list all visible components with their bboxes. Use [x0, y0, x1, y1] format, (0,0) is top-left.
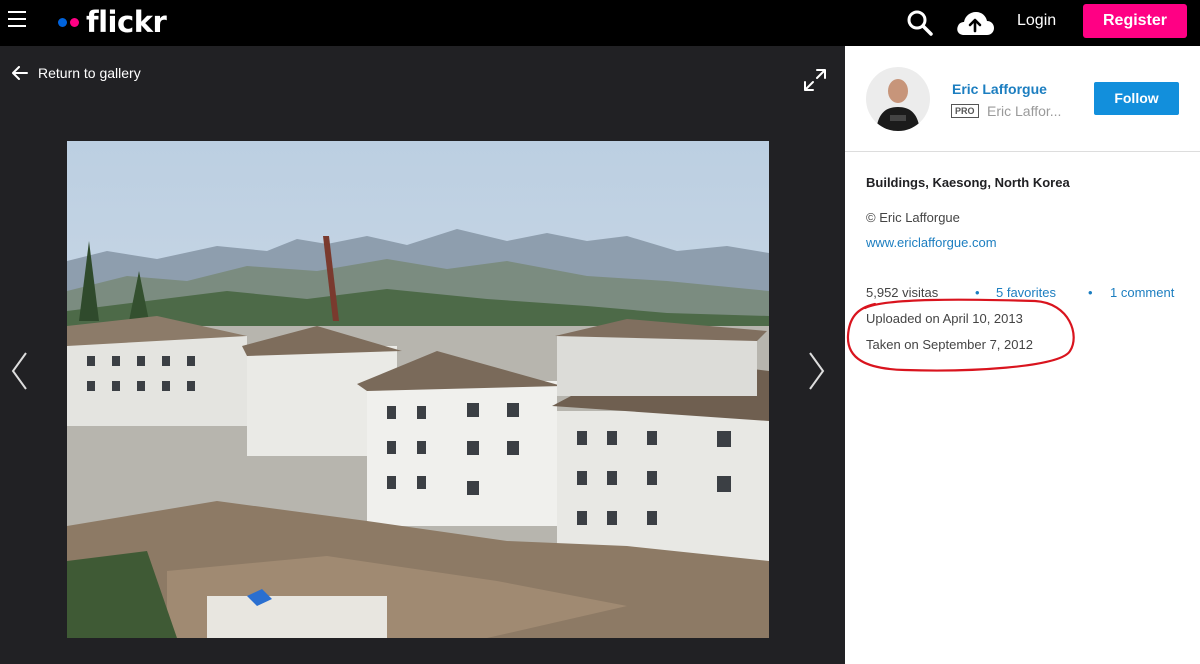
photo-copyright: © Eric Lafforgue — [866, 210, 960, 225]
logo-blue-dot — [58, 17, 67, 27]
owner-name-link[interactable]: Eric Lafforgue — [952, 81, 1047, 97]
owner-website-link[interactable]: www.ericlafforgue.com — [866, 235, 997, 250]
photo-info-sidebar: Eric Lafforgue PRO Eric Laffor... Follow… — [845, 46, 1200, 664]
expand-fullscreen-icon[interactable] — [803, 68, 827, 92]
cloud-upload-icon[interactable] — [955, 9, 995, 37]
next-photo-chevron-icon[interactable] — [808, 351, 826, 391]
menu-icon[interactable] — [8, 11, 26, 31]
photo-title: Buildings, Kaesong, North Korea — [866, 175, 1070, 190]
search-icon[interactable] — [906, 9, 934, 37]
favorites-link[interactable]: 5 favorites — [996, 285, 1056, 300]
return-label: Return to gallery — [38, 65, 141, 81]
owner-section: Eric Lafforgue PRO Eric Laffor... Follow — [845, 46, 1200, 152]
top-navigation-bar: flickr Login Register — [0, 0, 1200, 46]
return-to-gallery-link[interactable]: Return to gallery — [12, 65, 141, 81]
uploaded-date: Uploaded on April 10, 2013 — [866, 311, 1023, 326]
owner-subname: Eric Laffor... — [987, 103, 1062, 119]
logo-pink-dot — [70, 17, 79, 27]
login-link[interactable]: Login — [1017, 12, 1056, 30]
separator-dot: • — [1088, 285, 1093, 300]
separator-dot: • — [975, 285, 980, 300]
photo-viewer: Return to gallery — [0, 46, 845, 664]
arrow-left-icon — [12, 66, 28, 80]
pro-badge: PRO — [951, 104, 979, 118]
main-photo — [67, 141, 769, 638]
logo-wordmark: flickr — [86, 5, 167, 39]
comments-link[interactable]: 1 comment — [1110, 285, 1174, 300]
views-count: 5,952 visitas — [866, 285, 939, 300]
previous-photo-chevron-icon[interactable] — [10, 351, 28, 391]
owner-avatar[interactable] — [866, 67, 930, 131]
register-button[interactable]: Register — [1083, 4, 1187, 38]
follow-button[interactable]: Follow — [1094, 82, 1179, 115]
flickr-logo[interactable]: flickr — [58, 5, 167, 39]
taken-date: Taken on September 7, 2012 — [866, 337, 1033, 352]
